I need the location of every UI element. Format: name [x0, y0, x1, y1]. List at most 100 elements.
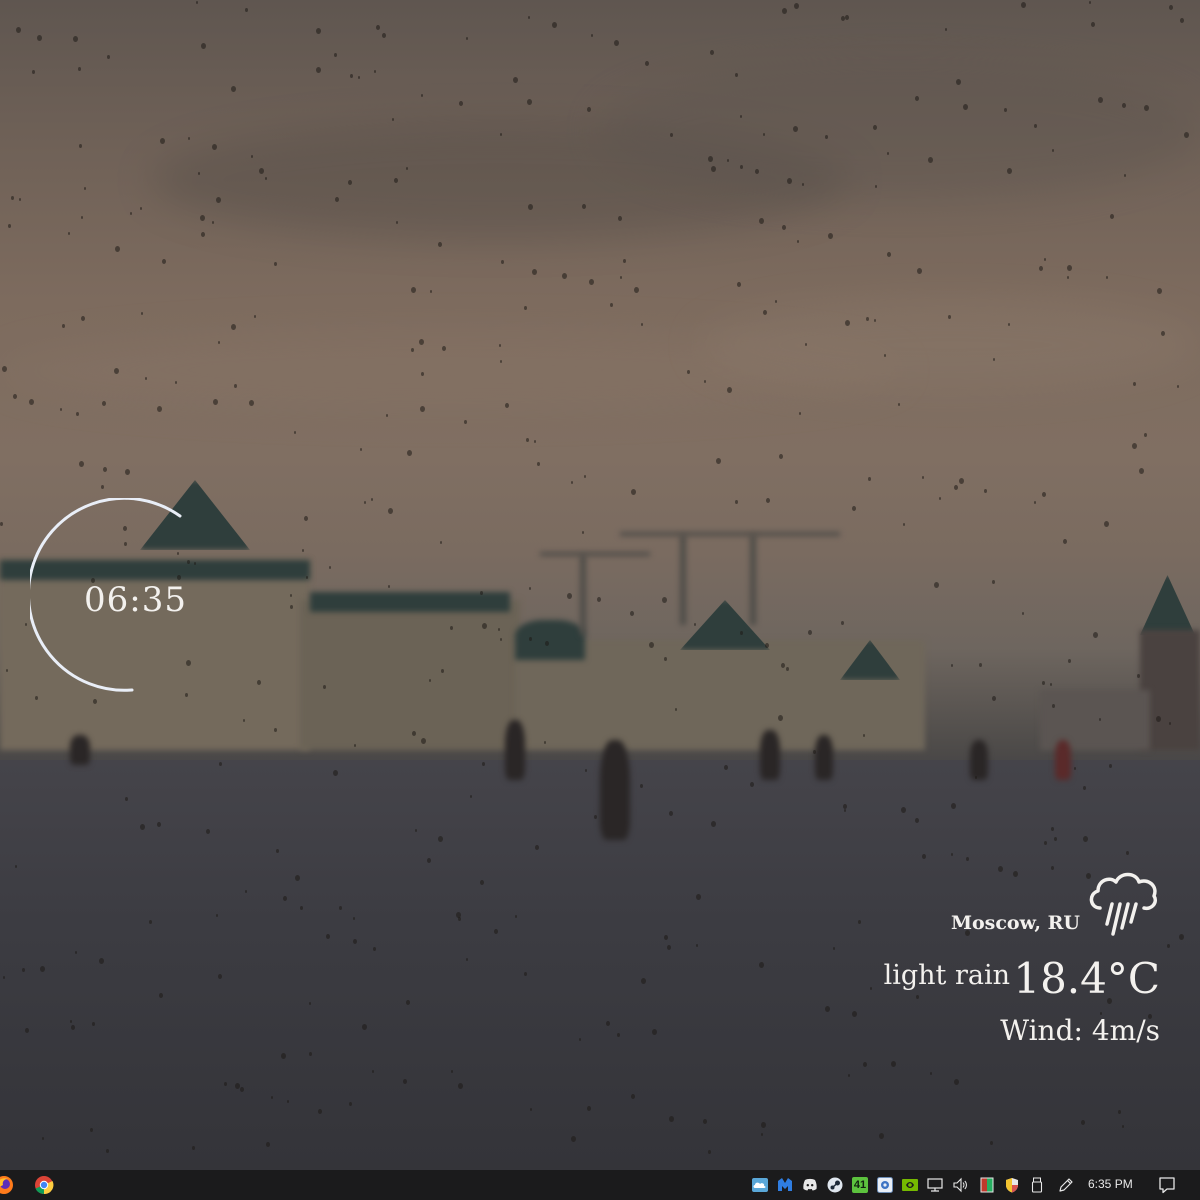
- raindrop: [928, 157, 933, 163]
- raindrop: [438, 836, 443, 842]
- raindrop: [101, 485, 104, 489]
- raindrop: [875, 185, 877, 188]
- weather-tray-icon[interactable]: [752, 1177, 768, 1193]
- weather-temperature: 18.4°C: [1013, 954, 1160, 1003]
- raindrop: [939, 497, 941, 500]
- raindrop: [326, 934, 330, 939]
- raindrop: [562, 273, 567, 279]
- raindrop: [234, 384, 237, 388]
- rain-cloud-icon: [1089, 872, 1157, 936]
- raindrop: [975, 776, 977, 779]
- raindrop: [1180, 18, 1184, 23]
- raindrop: [160, 138, 165, 144]
- raindrop: [766, 498, 770, 503]
- raindrop: [589, 279, 594, 285]
- raindrop: [276, 849, 279, 853]
- raindrop: [524, 306, 527, 310]
- raindrop: [825, 135, 828, 139]
- raindrop: [192, 1146, 195, 1150]
- notification-icon[interactable]: [1158, 1176, 1176, 1194]
- raindrop: [300, 906, 303, 910]
- steam-icon[interactable]: [827, 1177, 843, 1193]
- shield-icon[interactable]: [1004, 1177, 1020, 1193]
- battery-icon[interactable]: [979, 1177, 995, 1193]
- raindrop: [993, 358, 995, 361]
- raindrop: [1167, 944, 1170, 948]
- discord-icon[interactable]: [802, 1177, 818, 1193]
- raindrop: [304, 516, 308, 521]
- raindrop: [316, 67, 321, 73]
- raindrop: [240, 1087, 244, 1092]
- raindrop: [1184, 132, 1189, 138]
- volume-icon[interactable]: [952, 1177, 968, 1193]
- raindrop: [898, 403, 900, 406]
- raindrop: [645, 61, 649, 66]
- raindrop: [594, 815, 597, 819]
- raindrop: [92, 1022, 95, 1026]
- raindrop: [737, 282, 741, 287]
- raindrop: [162, 259, 166, 264]
- network-icon[interactable]: [927, 1177, 943, 1193]
- raindrop: [376, 25, 380, 30]
- raindrop: [19, 198, 21, 201]
- raindrop: [430, 290, 432, 293]
- raindrop: [735, 500, 738, 504]
- raindrop: [597, 597, 601, 602]
- raindrop: [1137, 674, 1140, 678]
- raindrop: [125, 469, 130, 475]
- raindrop: [84, 187, 86, 190]
- raindrop: [571, 481, 573, 484]
- raindrop: [934, 582, 939, 588]
- raindrop: [251, 155, 253, 158]
- raindrop: [1063, 539, 1067, 544]
- usb-icon[interactable]: [1029, 1177, 1045, 1193]
- raindrop: [200, 215, 205, 221]
- raindrop: [482, 623, 487, 629]
- raindrop: [290, 605, 293, 609]
- chrome-icon[interactable]: [34, 1175, 54, 1195]
- raindrop: [373, 947, 376, 951]
- raindrop: [295, 875, 300, 881]
- raindrop: [500, 360, 502, 363]
- raindrop: [984, 489, 987, 493]
- raindrop: [1081, 1120, 1085, 1125]
- raindrop: [442, 346, 446, 351]
- raindrop: [11, 196, 14, 200]
- raindrop: [125, 797, 128, 801]
- raindrop: [1074, 767, 1076, 770]
- firefox-icon[interactable]: [0, 1175, 14, 1195]
- raindrop: [641, 323, 643, 326]
- raindrop: [224, 1082, 227, 1086]
- raindrop: [403, 1079, 407, 1084]
- raindrop: [843, 804, 847, 809]
- raindrop: [329, 566, 331, 569]
- app-tray-icon[interactable]: [877, 1177, 893, 1193]
- pen-icon[interactable]: [1058, 1177, 1074, 1193]
- raindrop: [527, 99, 532, 105]
- raindrop: [963, 104, 968, 110]
- nvidia-icon[interactable]: [902, 1177, 918, 1193]
- raindrop: [1169, 5, 1173, 10]
- malwarebytes-icon[interactable]: [777, 1177, 793, 1193]
- badge-41-icon[interactable]: 41: [852, 1177, 868, 1193]
- raindrop: [440, 541, 442, 544]
- raindrop: [318, 1109, 322, 1114]
- raindrop: [1169, 722, 1171, 725]
- raindrop: [1122, 1125, 1124, 1128]
- raindrop: [530, 1108, 532, 1111]
- raindrop: [438, 242, 442, 247]
- raindrop: [411, 287, 416, 293]
- raindrop: [362, 1024, 367, 1030]
- raindrop: [828, 233, 833, 239]
- raindrop: [528, 204, 533, 210]
- raindrop: [781, 663, 785, 668]
- raindrop: [735, 73, 738, 77]
- taskbar: 41 6:35 PM: [0, 1170, 1200, 1200]
- taskbar-clock[interactable]: 6:35 PM: [1088, 1177, 1133, 1191]
- raindrop: [1139, 468, 1144, 474]
- raindrop: [283, 896, 287, 901]
- raindrop: [22, 968, 25, 972]
- raindrop: [763, 310, 767, 315]
- raindrop: [396, 221, 398, 224]
- raindrop: [115, 246, 120, 252]
